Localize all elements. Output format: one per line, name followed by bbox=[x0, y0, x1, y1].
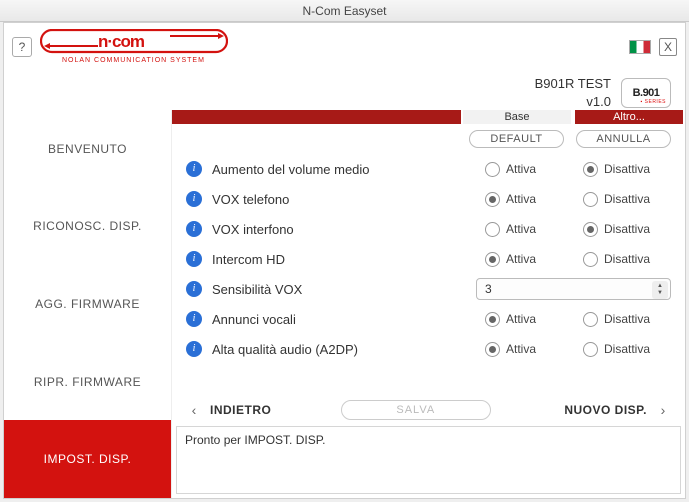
next-chevron-icon[interactable]: › bbox=[655, 402, 671, 418]
status-text: Pronto per IMPOST. DISP. bbox=[185, 433, 326, 447]
main-panel: Base Altro... DEFAULT ANNULLA i Aumento … bbox=[172, 110, 685, 498]
window-titlebar: N-Com Easyset bbox=[0, 0, 689, 22]
status-box: Pronto per IMPOST. DISP. bbox=[176, 426, 681, 494]
option-attiva[interactable]: Attiva bbox=[485, 162, 573, 177]
tab-strip: Base Altro... bbox=[172, 110, 685, 124]
sidebar-item-impost-disp[interactable]: IMPOST. DISP. bbox=[4, 420, 172, 498]
tab-altro[interactable]: Altro... bbox=[573, 110, 685, 124]
footer-nav: ‹ INDIETRO SALVA NUOVO DISP. › bbox=[172, 396, 685, 426]
info-icon[interactable]: i bbox=[186, 221, 202, 237]
setting-row: i Aumento del volume medio Attiva Disatt… bbox=[186, 154, 671, 184]
device-header: B901R TEST v1.0 B.901 bbox=[4, 71, 685, 110]
setting-label: VOX interfono bbox=[212, 222, 475, 237]
option-disattiva[interactable]: Disattiva bbox=[583, 162, 671, 177]
setting-row: i Alta qualità audio (A2DP) Attiva Disat… bbox=[186, 334, 671, 364]
sidebar-item-ripr-firmware[interactable]: RIPR. FIRMWARE bbox=[4, 343, 172, 421]
setting-row: i VOX interfono Attiva Disattiva bbox=[186, 214, 671, 244]
device-name: B901R TEST bbox=[535, 75, 611, 93]
option-attiva[interactable]: Attiva bbox=[485, 252, 573, 267]
radio-icon bbox=[583, 312, 598, 327]
radio-icon bbox=[583, 342, 598, 357]
option-attiva[interactable]: Attiva bbox=[485, 192, 573, 207]
prev-chevron-icon[interactable]: ‹ bbox=[186, 402, 202, 418]
stepper-arrows-icon: ▲▼ bbox=[652, 281, 668, 299]
help-button[interactable]: ? bbox=[12, 37, 32, 57]
setting-label: Intercom HD bbox=[212, 252, 475, 267]
top-toolbar: ? n·com NOLAN COMMUNICATION SYSTEM X bbox=[4, 23, 685, 71]
app-window: ? n·com NOLAN COMMUNICATION SYSTEM X B90… bbox=[3, 22, 686, 499]
setting-row: i Annunci vocali Attiva Disattiva bbox=[186, 304, 671, 334]
option-attiva[interactable]: Attiva bbox=[485, 312, 573, 327]
radio-icon bbox=[485, 342, 500, 357]
close-button[interactable]: X bbox=[659, 38, 677, 56]
sidebar-item-benvenuto[interactable]: BENVENUTO bbox=[4, 110, 172, 188]
info-icon[interactable]: i bbox=[186, 251, 202, 267]
save-button[interactable]: SALVA bbox=[341, 400, 491, 420]
radio-icon bbox=[485, 192, 500, 207]
option-disattiva[interactable]: Disattiva bbox=[583, 312, 671, 327]
option-disattiva[interactable]: Disattiva bbox=[583, 342, 671, 357]
settings-list: i Aumento del volume medio Attiva Disatt… bbox=[172, 152, 685, 396]
radio-icon bbox=[485, 252, 500, 267]
flag-icon[interactable] bbox=[629, 40, 651, 54]
sidebar: BENVENUTO RICONOSC. DISP. AGG. FIRMWARE … bbox=[4, 110, 172, 498]
next-label[interactable]: NUOVO DISP. bbox=[564, 403, 647, 417]
option-disattiva[interactable]: Disattiva bbox=[583, 222, 671, 237]
setting-label: Annunci vocali bbox=[212, 312, 475, 327]
option-attiva[interactable]: Attiva bbox=[485, 342, 573, 357]
setting-label: VOX telefono bbox=[212, 192, 475, 207]
svg-text:NOLAN COMMUNICATION SYSTEM: NOLAN COMMUNICATION SYSTEM bbox=[62, 57, 205, 64]
radio-icon bbox=[583, 252, 598, 267]
radio-icon bbox=[583, 192, 598, 207]
radio-icon bbox=[485, 312, 500, 327]
radio-icon bbox=[485, 222, 500, 237]
tab-base[interactable]: Base bbox=[461, 110, 573, 124]
device-badge: B.901 bbox=[621, 78, 671, 108]
setting-row: i Sensibilità VOX 3 ▲▼ bbox=[186, 274, 671, 304]
radio-icon bbox=[583, 222, 598, 237]
radio-icon bbox=[583, 162, 598, 177]
setting-label: Alta qualità audio (A2DP) bbox=[212, 342, 475, 357]
option-disattiva[interactable]: Disattiva bbox=[583, 252, 671, 267]
svg-text:n·com: n·com bbox=[98, 32, 145, 51]
info-icon[interactable]: i bbox=[186, 311, 202, 327]
option-attiva[interactable]: Attiva bbox=[485, 222, 573, 237]
setting-row: i Intercom HD Attiva Disattiva bbox=[186, 244, 671, 274]
radio-icon bbox=[485, 162, 500, 177]
ncom-logo: n·com NOLAN COMMUNICATION SYSTEM bbox=[40, 29, 228, 65]
setting-label: Sensibilità VOX bbox=[212, 282, 466, 297]
device-version: v1.0 bbox=[535, 93, 611, 111]
option-disattiva[interactable]: Disattiva bbox=[583, 192, 671, 207]
cancel-button[interactable]: ANNULLA bbox=[576, 130, 671, 148]
vox-sensitivity-select[interactable]: 3 ▲▼ bbox=[476, 278, 671, 300]
window-title: N-Com Easyset bbox=[302, 4, 386, 18]
info-icon[interactable]: i bbox=[186, 161, 202, 177]
info-icon[interactable]: i bbox=[186, 281, 202, 297]
sidebar-item-riconosc[interactable]: RICONOSC. DISP. bbox=[4, 188, 172, 266]
setting-row: i VOX telefono Attiva Disattiva bbox=[186, 184, 671, 214]
sidebar-item-agg-firmware[interactable]: AGG. FIRMWARE bbox=[4, 265, 172, 343]
setting-label: Aumento del volume medio bbox=[212, 162, 475, 177]
info-icon[interactable]: i bbox=[186, 191, 202, 207]
info-icon[interactable]: i bbox=[186, 341, 202, 357]
default-button[interactable]: DEFAULT bbox=[469, 130, 564, 148]
back-label[interactable]: INDIETRO bbox=[210, 403, 300, 417]
